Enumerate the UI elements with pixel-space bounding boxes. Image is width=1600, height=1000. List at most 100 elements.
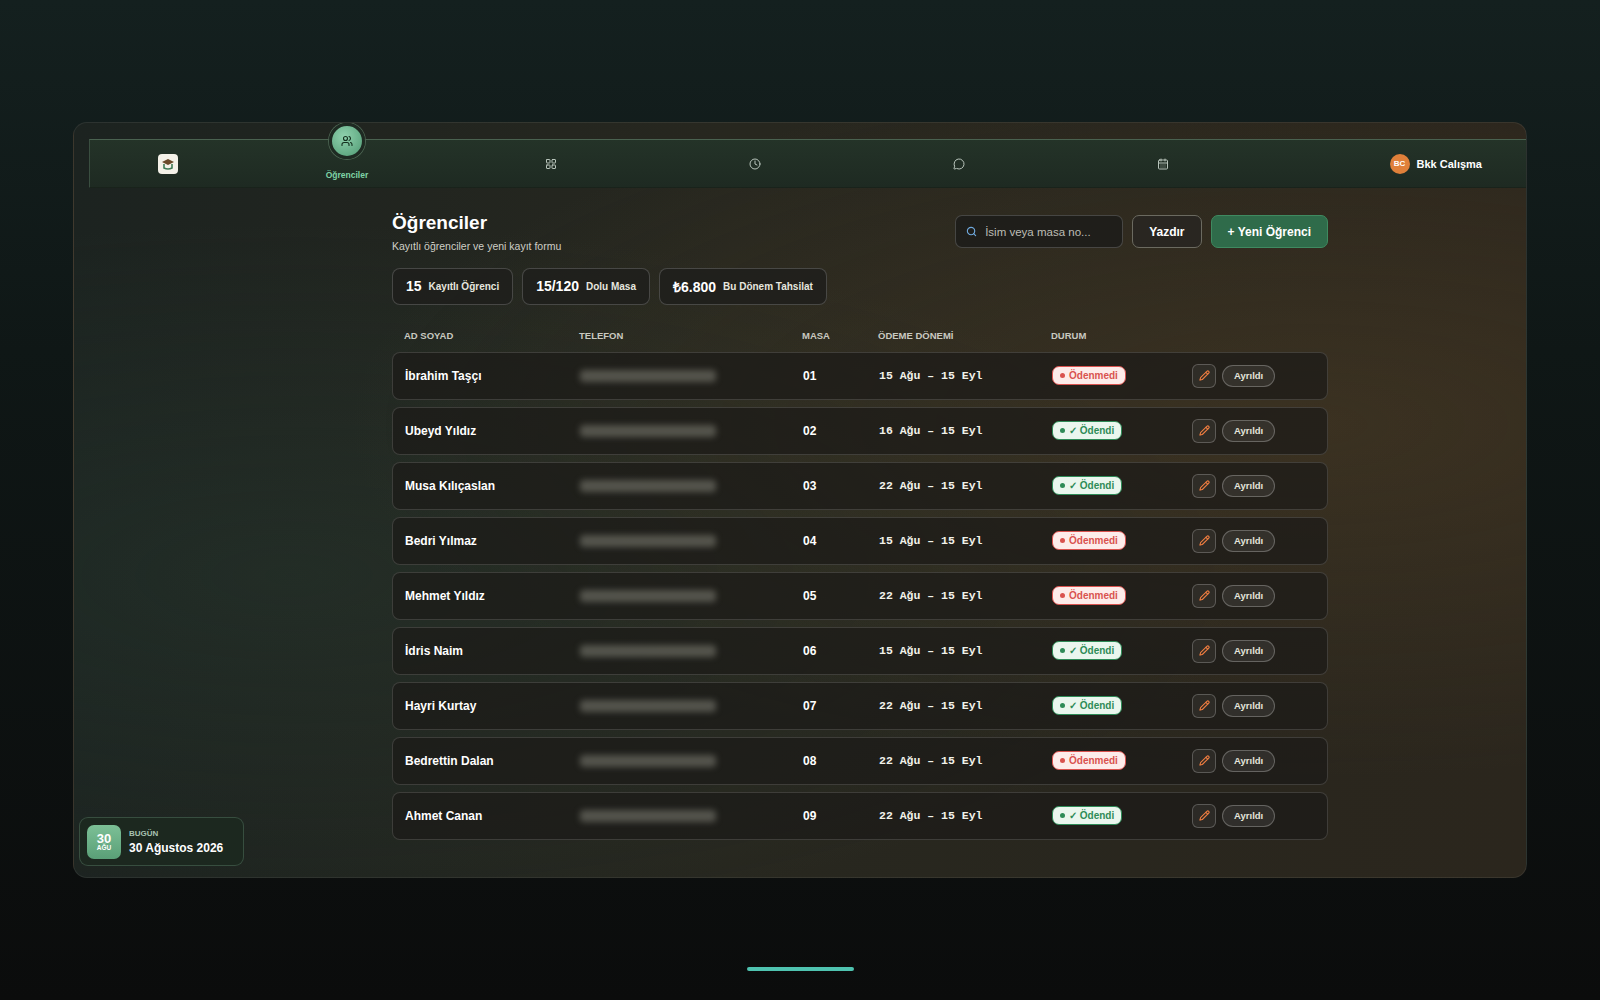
toolbar: Yazdır + Yeni Öğrenci — [955, 215, 1328, 248]
status-badge: ✓ Ödendi — [1052, 641, 1122, 660]
nav-icon — [749, 158, 761, 170]
phone-redacted — [580, 480, 716, 492]
stat-value: 15/120 — [536, 278, 579, 294]
table-row[interactable]: İbrahim Taşçı0115 Ağu – 15 EylÖdenmediAy… — [392, 352, 1328, 400]
app-window: ÖğrencilerBCBkk CalışmaÖğrencilerKayıtlı… — [73, 122, 1527, 878]
table-row[interactable]: Mehmet Yıldız0522 Ağu – 15 EylÖdenmediAy… — [392, 572, 1328, 620]
print-button[interactable]: Yazdır — [1132, 215, 1201, 248]
phone-redacted — [580, 755, 716, 767]
left-button[interactable]: Ayrıldı — [1222, 695, 1275, 717]
stat-label: Kayıtlı Öğrenci — [429, 281, 500, 292]
row-actions: Ayrıldı — [1192, 639, 1315, 663]
student-name: Bedri Yılmaz — [405, 534, 580, 548]
row-actions: Ayrıldı — [1192, 474, 1315, 498]
edit-button[interactable] — [1192, 639, 1216, 663]
search-field[interactable] — [955, 215, 1123, 248]
user-menu[interactable]: BCBkk Calışma — [1390, 140, 1526, 187]
content-column: ÖğrencilerKayıtlı öğrenciler ve yeni kay… — [392, 212, 1328, 840]
nav-item[interactable] — [1061, 140, 1265, 187]
table-row[interactable]: İdris Naim0615 Ağu – 15 Eyl✓ ÖdendiAyrıl… — [392, 627, 1328, 675]
column-header: TELEFON — [579, 330, 802, 341]
table-header: AD SOYADTELEFONMASAÖDEME DÖNEMİDURUM — [392, 330, 1328, 341]
edit-button[interactable] — [1192, 749, 1216, 773]
table-row[interactable]: Musa Kılıçaslan0322 Ağu – 15 Eyl✓ Ödendi… — [392, 462, 1328, 510]
phone-redacted — [580, 370, 716, 382]
pencil-icon — [1199, 370, 1210, 381]
desk-number: 03 — [803, 479, 879, 493]
logo-icon — [157, 153, 179, 175]
left-button[interactable]: Ayrıldı — [1222, 475, 1275, 497]
edit-button[interactable] — [1192, 694, 1216, 718]
nav-item[interactable] — [449, 140, 653, 187]
page-title: Öğrenciler — [392, 212, 561, 235]
nav-item[interactable]: Öğrenciler — [245, 140, 449, 187]
stat-chip: 15/120Dolu Masa — [522, 268, 650, 305]
student-name: Bedrettin Dalan — [405, 754, 580, 768]
pencil-icon — [1199, 480, 1210, 491]
stat-value: 15 — [406, 278, 422, 294]
status-badge: ✓ Ödendi — [1052, 421, 1122, 440]
payment-period: 22 Ağu – 15 Eyl — [879, 479, 1052, 492]
payment-period: 15 Ağu – 15 Eyl — [879, 369, 1052, 382]
payment-period: 22 Ağu – 15 Eyl — [879, 699, 1052, 712]
status-dot — [1060, 813, 1065, 818]
student-name: Hayri Kurtay — [405, 699, 580, 713]
status-dot — [1060, 428, 1065, 433]
left-button[interactable]: Ayrıldı — [1222, 420, 1275, 442]
left-button[interactable]: Ayrıldı — [1222, 530, 1275, 552]
pencil-icon — [1199, 700, 1210, 711]
left-button[interactable]: Ayrıldı — [1222, 640, 1275, 662]
edit-button[interactable] — [1192, 474, 1216, 498]
payment-period: 16 Ağu – 15 Eyl — [879, 424, 1052, 437]
desk-number: 08 — [803, 754, 879, 768]
table-row[interactable]: Bedrettin Dalan0822 Ağu – 15 EylÖdenmedi… — [392, 737, 1328, 785]
table-row[interactable]: Ubeyd Yıldız0216 Ağu – 15 Eyl✓ ÖdendiAyr… — [392, 407, 1328, 455]
phone-redacted — [580, 425, 716, 437]
today-card: 30AĞUBUGÜN30 Ağustos 2026 — [79, 817, 244, 866]
row-actions: Ayrıldı — [1192, 364, 1315, 388]
edit-button[interactable] — [1192, 804, 1216, 828]
edit-button[interactable] — [1192, 419, 1216, 443]
edit-button[interactable] — [1192, 364, 1216, 388]
table-body: İbrahim Taşçı0115 Ağu – 15 EylÖdenmediAy… — [392, 352, 1328, 840]
student-name: İdris Naim — [405, 644, 580, 658]
stat-chip: ₺6.800Bu Dönem Tahsilat — [659, 268, 827, 305]
left-button[interactable]: Ayrıldı — [1222, 585, 1275, 607]
phone-redacted — [580, 535, 716, 547]
status-dot — [1060, 758, 1065, 763]
day-month: AĞU — [97, 845, 111, 852]
nav-label: Öğrenciler — [326, 170, 369, 180]
left-button[interactable]: Ayrıldı — [1222, 750, 1275, 772]
desk-number: 06 — [803, 644, 879, 658]
nav-item[interactable] — [653, 140, 857, 187]
content: ÖğrencilerKayıtlı öğrenciler ve yeni kay… — [74, 188, 1526, 840]
logo[interactable] — [90, 140, 245, 187]
status-badge: Ödenmedi — [1052, 586, 1126, 605]
row-actions: Ayrıldı — [1192, 419, 1315, 443]
student-name: Ahmet Canan — [405, 809, 580, 823]
new-student-button[interactable]: + Yeni Öğrenci — [1211, 215, 1328, 248]
table-row[interactable]: Bedri Yılmaz0415 Ağu – 15 EylÖdenmediAyr… — [392, 517, 1328, 565]
row-actions: Ayrıldı — [1192, 804, 1315, 828]
phone-redacted — [580, 645, 716, 657]
table-row[interactable]: Ahmet Canan0922 Ağu – 15 Eyl✓ ÖdendiAyrı… — [392, 792, 1328, 840]
status-badge: ✓ Ödendi — [1052, 476, 1122, 495]
pencil-icon — [1199, 425, 1210, 436]
row-actions: Ayrıldı — [1192, 749, 1315, 773]
nav-item[interactable] — [857, 140, 1061, 187]
table-row[interactable]: Hayri Kurtay0722 Ağu – 15 Eyl✓ ÖdendiAyr… — [392, 682, 1328, 730]
phone-redacted — [580, 590, 716, 602]
row-actions: Ayrıldı — [1192, 584, 1315, 608]
left-button[interactable]: Ayrıldı — [1222, 365, 1275, 387]
top-nav: Öğrenciler BCBkk Calışma — [89, 139, 1526, 188]
edit-button[interactable] — [1192, 584, 1216, 608]
column-header: AD SOYAD — [404, 330, 579, 341]
nav-icon — [953, 158, 965, 170]
edit-button[interactable] — [1192, 529, 1216, 553]
left-button[interactable]: Ayrıldı — [1222, 805, 1275, 827]
status-dot — [1060, 483, 1065, 488]
page-header: ÖğrencilerKayıtlı öğrenciler ve yeni kay… — [392, 212, 1328, 252]
search-input[interactable] — [983, 225, 1112, 239]
title-box: ÖğrencilerKayıtlı öğrenciler ve yeni kay… — [392, 212, 561, 252]
nav-icon — [1157, 158, 1169, 170]
